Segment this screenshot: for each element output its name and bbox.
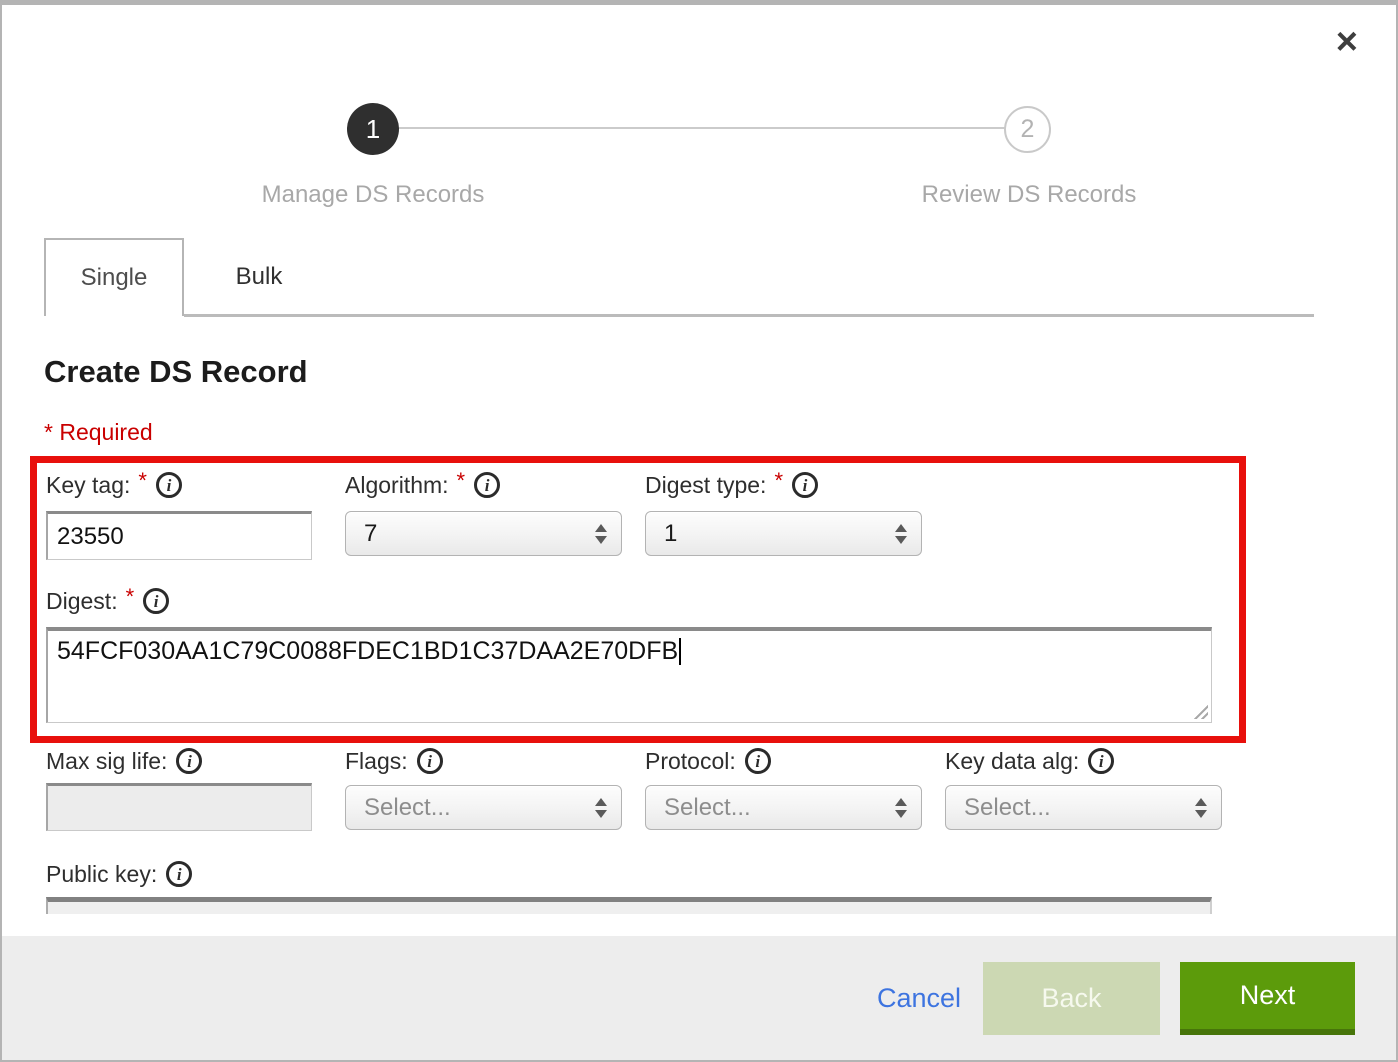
info-icon-glyph: i bbox=[755, 753, 760, 770]
select-arrows-icon bbox=[895, 524, 907, 544]
select-arrows-icon bbox=[1195, 798, 1207, 818]
info-icon-glyph: i bbox=[803, 477, 808, 494]
cancel-button[interactable]: Cancel bbox=[877, 983, 961, 1014]
info-icon[interactable]: i bbox=[1088, 748, 1114, 774]
max-sig-life-label-text: Max sig life: bbox=[46, 748, 167, 775]
close-icon[interactable]: × bbox=[1336, 23, 1358, 61]
max-sig-life-input[interactable] bbox=[46, 783, 312, 831]
tab-bulk[interactable]: Bulk bbox=[184, 238, 334, 316]
key-data-alg-label: Key data alg: i bbox=[945, 747, 1114, 775]
algorithm-selected-value: 7 bbox=[364, 520, 595, 548]
info-icon[interactable]: i bbox=[166, 861, 192, 887]
step-2-label: Review DS Records bbox=[869, 181, 1189, 209]
page-title: Create DS Record bbox=[44, 354, 308, 390]
text-cursor bbox=[679, 638, 681, 665]
info-icon-glyph: i bbox=[167, 477, 172, 494]
create-ds-record-dialog: × 1 2 Manage DS Records Review DS Record… bbox=[0, 0, 1398, 1062]
select-arrows-icon bbox=[595, 798, 607, 818]
info-icon[interactable]: i bbox=[143, 588, 169, 614]
algorithm-select[interactable]: 7 bbox=[345, 511, 622, 556]
digest-type-select[interactable]: 1 bbox=[645, 511, 922, 556]
info-icon-glyph: i bbox=[427, 753, 432, 770]
resize-handle[interactable] bbox=[1190, 701, 1208, 719]
required-asterisk: * bbox=[457, 468, 466, 494]
digest-label-text: Digest: bbox=[46, 588, 118, 615]
info-icon[interactable]: i bbox=[792, 472, 818, 498]
info-icon[interactable]: i bbox=[417, 748, 443, 774]
back-button[interactable]: Back bbox=[983, 962, 1160, 1035]
next-button[interactable]: Next bbox=[1180, 962, 1355, 1035]
digest-type-label-text: Digest type: bbox=[645, 472, 766, 499]
required-asterisk: * bbox=[774, 468, 783, 494]
stepper-connector-line bbox=[399, 127, 1006, 129]
select-arrows-icon bbox=[595, 524, 607, 544]
tab-single[interactable]: Single bbox=[44, 238, 184, 316]
info-icon[interactable]: i bbox=[474, 472, 500, 498]
info-icon-glyph: i bbox=[187, 753, 192, 770]
info-icon[interactable]: i bbox=[156, 472, 182, 498]
required-note: * Required bbox=[44, 419, 153, 446]
required-asterisk: * bbox=[138, 468, 147, 494]
protocol-label: Protocol: i bbox=[645, 747, 771, 775]
dialog-footer: Cancel Back Next bbox=[2, 936, 1396, 1060]
digest-type-selected-value: 1 bbox=[664, 520, 895, 548]
key-data-alg-selected-value: Select... bbox=[964, 794, 1195, 822]
max-sig-life-label: Max sig life: i bbox=[46, 747, 202, 775]
digest-textarea[interactable]: 54FCF030AA1C79C0088FDEC1BD1C37DAA2E70DFB bbox=[46, 627, 1212, 723]
key-tag-label: Key tag: * i bbox=[46, 471, 182, 499]
key-data-alg-select[interactable]: Select... bbox=[945, 785, 1222, 830]
info-icon[interactable]: i bbox=[745, 748, 771, 774]
info-icon-glyph: i bbox=[1099, 753, 1104, 770]
select-arrows-icon bbox=[895, 798, 907, 818]
key-data-alg-label-text: Key data alg: bbox=[945, 748, 1079, 775]
required-asterisk: * bbox=[126, 584, 135, 610]
public-key-label: Public key: i bbox=[46, 860, 192, 888]
info-icon-glyph: i bbox=[154, 593, 159, 610]
flags-label-text: Flags: bbox=[345, 748, 408, 775]
key-tag-input[interactable]: 23550 bbox=[46, 511, 312, 560]
protocol-selected-value: Select... bbox=[664, 794, 895, 822]
digest-value: 54FCF030AA1C79C0088FDEC1BD1C37DAA2E70DFB bbox=[57, 637, 678, 665]
flags-selected-value: Select... bbox=[364, 794, 595, 822]
digest-label: Digest: * i bbox=[46, 587, 169, 615]
protocol-select[interactable]: Select... bbox=[645, 785, 922, 830]
algorithm-label-text: Algorithm: bbox=[345, 472, 449, 499]
public-key-textarea[interactable] bbox=[46, 897, 1212, 914]
step-1-label: Manage DS Records bbox=[213, 181, 533, 209]
info-icon-glyph: i bbox=[485, 477, 490, 494]
protocol-label-text: Protocol: bbox=[645, 748, 736, 775]
digest-type-label: Digest type: * i bbox=[645, 471, 818, 499]
flags-select[interactable]: Select... bbox=[345, 785, 622, 830]
info-icon-glyph: i bbox=[177, 866, 182, 883]
key-tag-label-text: Key tag: bbox=[46, 472, 130, 499]
step-1-circle: 1 bbox=[347, 103, 399, 155]
flags-label: Flags: i bbox=[345, 747, 443, 775]
key-tag-value: 23550 bbox=[57, 523, 124, 551]
step-2-circle: 2 bbox=[1004, 106, 1051, 153]
public-key-label-text: Public key: bbox=[46, 861, 157, 888]
tab-underline bbox=[184, 314, 1314, 317]
info-icon[interactable]: i bbox=[176, 748, 202, 774]
algorithm-label: Algorithm: * i bbox=[345, 471, 500, 499]
